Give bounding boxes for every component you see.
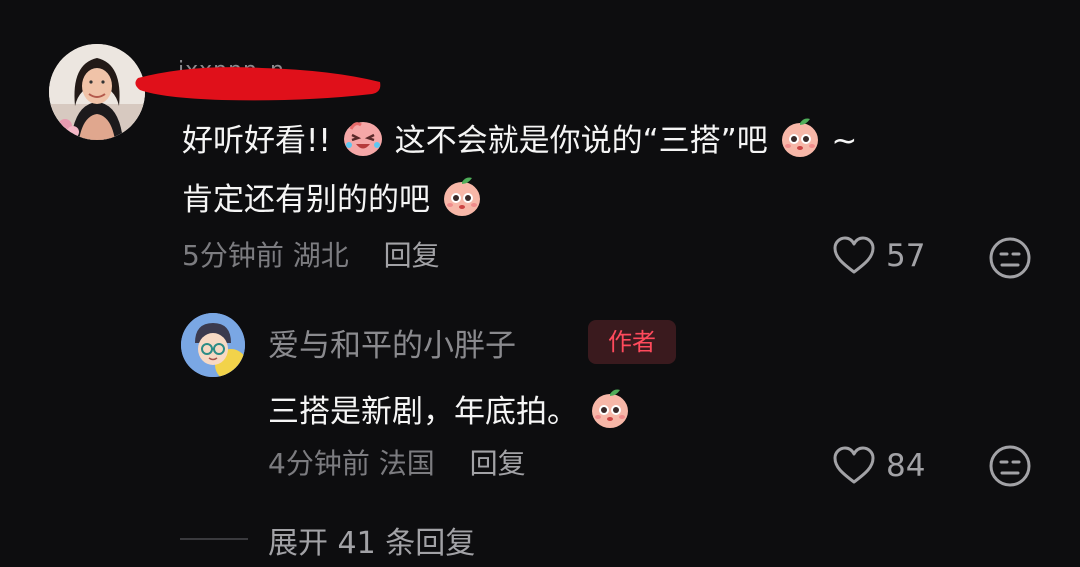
dislike-face-icon bbox=[989, 237, 1031, 279]
reply-button[interactable]: 回复 bbox=[470, 447, 526, 480]
comment-text-part: ~ bbox=[831, 123, 858, 159]
laughing-emoji bbox=[341, 115, 385, 169]
cute-peach-emoji bbox=[588, 386, 632, 440]
commenter-avatar[interactable] bbox=[49, 44, 145, 140]
author-avatar[interactable] bbox=[181, 313, 245, 377]
dislike-button[interactable] bbox=[988, 444, 1032, 492]
dislike-face-icon bbox=[989, 445, 1031, 487]
reply-text: 三搭是新剧，年底拍。 bbox=[268, 386, 632, 440]
comment-text-part: 这不会就是你说的“三搭”吧 bbox=[394, 123, 768, 159]
comment-section: ixxnnn_n 好听好看!! 这不会就是你说的“三搭”吧 bbox=[0, 0, 1080, 567]
comment-location: 湖北 bbox=[292, 239, 349, 272]
author-badge: 作者 bbox=[588, 320, 676, 364]
like-count: 57 bbox=[886, 238, 926, 274]
comment-text-part: 肯定还有别的的吧 bbox=[182, 182, 430, 218]
like-count: 84 bbox=[886, 448, 926, 484]
reply-meta: 4分钟前 法国 回复 bbox=[268, 442, 526, 482]
reply-button[interactable]: 回复 bbox=[384, 239, 440, 272]
reply-location: 法国 bbox=[378, 447, 435, 480]
heart-icon bbox=[833, 446, 875, 484]
like-button[interactable]: 84 bbox=[832, 446, 925, 486]
comment-text: 肯定还有别的的吧 bbox=[182, 174, 484, 228]
cute-peach-emoji bbox=[778, 115, 822, 169]
author-username[interactable]: 爱与和平的小胖子 bbox=[268, 320, 516, 365]
comment-text: 好听好看!! 这不会就是你说的“三搭”吧 ~ bbox=[182, 115, 857, 169]
expand-replies-button[interactable]: 展开 41 条回复 bbox=[268, 518, 475, 562]
cute-peach-emoji bbox=[440, 174, 484, 228]
comment-text-part: 好听好看!! bbox=[182, 123, 331, 159]
dislike-button[interactable] bbox=[988, 236, 1032, 284]
expand-divider bbox=[180, 538, 248, 540]
reply-time: 4分钟前 bbox=[268, 447, 370, 480]
reply-text-part: 三搭是新剧，年底拍。 bbox=[268, 394, 578, 430]
heart-icon bbox=[833, 236, 875, 274]
like-button[interactable]: 57 bbox=[832, 236, 925, 276]
comment-meta: 5分钟前 湖北 回复 bbox=[182, 234, 440, 274]
comment-time: 5分钟前 bbox=[182, 239, 284, 272]
username-redaction bbox=[135, 67, 381, 101]
